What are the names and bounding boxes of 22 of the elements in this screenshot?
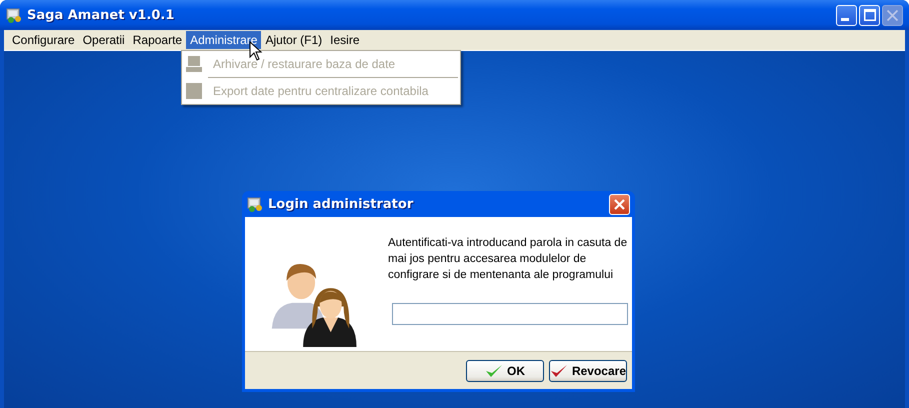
minimize-icon — [841, 18, 849, 20]
maximize-icon — [864, 9, 876, 21]
app-icon — [247, 196, 263, 212]
menu-item[interactable]: Configurare — [8, 31, 79, 49]
cancel-button[interactable]: Revocare — [549, 360, 627, 382]
square-icon — [185, 82, 203, 100]
dialog-title: Login administrator — [268, 196, 414, 212]
menu-item[interactable]: Administrare — [186, 31, 262, 49]
menu-item[interactable]: Operatii — [78, 31, 129, 49]
maximize-button[interactable] — [859, 4, 880, 26]
computer-icon — [185, 55, 203, 73]
window-title: Saga Amanet v1.0.1 — [27, 8, 176, 22]
menu-item[interactable]: Iesire — [326, 31, 364, 49]
password-field[interactable] — [392, 303, 628, 325]
instruction-text: Autentificati-va introducand parola in casuta de mai jos pentru accesarea modulelor de configrare si de mentenanta ale programului — [388, 236, 628, 283]
app-icon — [6, 7, 22, 23]
ok-button[interactable]: OK — [466, 360, 544, 382]
menu-item[interactable]: Ajutor (F1) — [261, 31, 326, 49]
minimize-button[interactable] — [836, 4, 857, 26]
checkmark-icon — [485, 362, 503, 378]
menu-item[interactable]: Rapoarte — [128, 31, 186, 49]
checkmark-icon — [550, 362, 568, 378]
